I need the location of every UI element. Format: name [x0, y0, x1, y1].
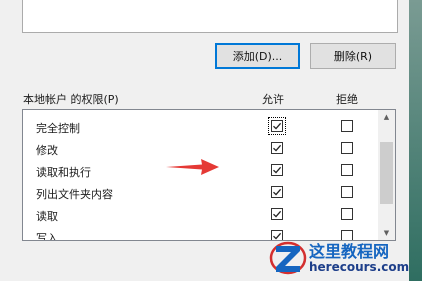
watermark-url: herecours.com [309, 260, 410, 274]
deny-checkbox[interactable] [341, 186, 353, 198]
allow-column-header: 允许 [262, 93, 284, 106]
permission-name: 写入 [36, 232, 58, 241]
deny-checkbox[interactable] [341, 164, 353, 176]
allow-checkbox[interactable] [271, 142, 283, 154]
permission-name: 完全控制 [36, 122, 80, 135]
permissions-header: 本地帐户 的权限(P) [23, 93, 119, 106]
permission-row: 完全控制 [23, 116, 377, 138]
permission-name: 读取 [36, 210, 58, 223]
watermark: 这里教程网 herecours.com [269, 236, 422, 281]
allow-checkbox[interactable] [271, 186, 283, 198]
deny-checkbox[interactable] [341, 142, 353, 154]
permission-name: 列出文件夹内容 [36, 188, 113, 201]
permission-name: 读取和执行 [36, 166, 91, 179]
remove-button[interactable]: 删除(R) [310, 43, 396, 69]
permission-row: 列出文件夹内容 [23, 182, 377, 204]
permission-row: 修改 [23, 138, 377, 160]
allow-checkbox[interactable] [271, 208, 283, 220]
scroll-thumb[interactable] [380, 142, 393, 204]
allow-checkbox[interactable] [268, 117, 286, 135]
scroll-up-icon[interactable]: ▲ [378, 110, 395, 124]
deny-checkbox[interactable] [341, 120, 353, 132]
watermark-logo-icon [269, 241, 307, 275]
deny-checkbox[interactable] [341, 208, 353, 220]
allow-checkbox[interactable] [271, 164, 283, 176]
watermark-title: 这里教程网 [309, 242, 390, 261]
permission-row: 读取 [23, 204, 377, 226]
permission-name: 修改 [36, 144, 58, 157]
group-user-names-list[interactable] [22, 0, 398, 33]
red-arrow-icon [166, 159, 219, 175]
add-button[interactable]: 添加(D)... [215, 43, 300, 69]
permissions-scrollbar[interactable]: ▲ ▼ [378, 110, 395, 240]
deny-column-header: 拒绝 [336, 93, 358, 106]
